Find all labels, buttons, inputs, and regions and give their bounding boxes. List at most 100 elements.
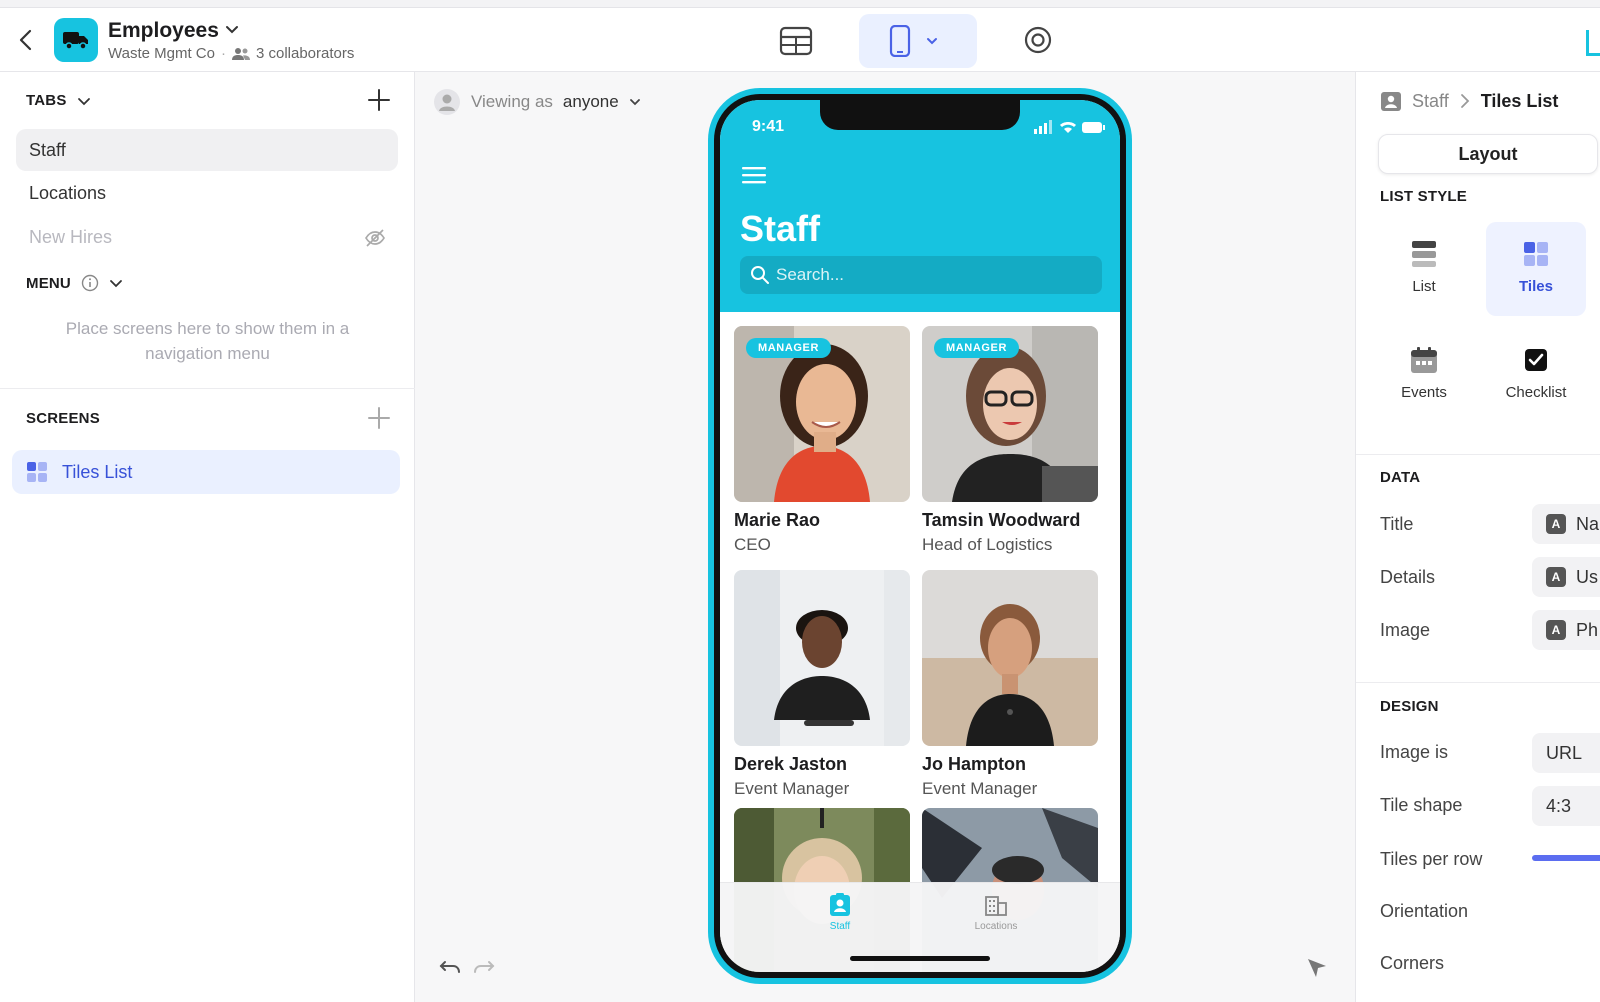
back-button[interactable] (14, 26, 38, 54)
design-tile-shape-label: Tile shape (1380, 795, 1463, 815)
info-icon[interactable] (81, 274, 99, 292)
manager-badge: MANAGER (746, 338, 832, 358)
bottom-tab-locations[interactable]: Locations (946, 893, 1046, 932)
viewing-as-prefix: Viewing as (471, 92, 553, 111)
design-tiles-per-row-label: Tiles per row (1380, 849, 1483, 869)
menu-heading[interactable]: MENU (26, 274, 123, 292)
collaborators-count[interactable]: 3 collaborators (256, 45, 354, 62)
tiles-icon (1524, 242, 1548, 266)
tiles-per-row-slider[interactable] (1532, 855, 1600, 861)
section-divider (0, 388, 415, 389)
publish-button[interactable] (1586, 30, 1600, 56)
building-icon (985, 896, 1007, 916)
add-tab-button[interactable] (367, 88, 391, 112)
design-orientation-label: Orientation (1380, 901, 1469, 921)
staff-tile[interactable]: Jo Hampton Event Manager (922, 570, 1098, 799)
staff-role: Event Manager (922, 779, 1038, 798)
tab-new-hires[interactable]: New Hires (16, 216, 398, 258)
browser-strip (0, 0, 1600, 8)
data-title-label: Title (1380, 514, 1414, 534)
staff-tile[interactable]: MANAGER Marie Rao CEO (734, 326, 910, 555)
staff-tile[interactable]: Derek Jaston Event Manager (734, 570, 910, 799)
tile-shape-select[interactable]: 4:3 (1532, 786, 1600, 826)
data-editor-button[interactable] (778, 24, 814, 58)
redo-icon[interactable] (471, 958, 497, 978)
app-settings-button[interactable] (1022, 24, 1054, 56)
image-is-select[interactable]: URL (1532, 733, 1600, 773)
chevron-left-icon (19, 29, 32, 51)
field-value: Na (1576, 513, 1600, 534)
breadcrumb-parent[interactable]: Staff (1412, 91, 1449, 112)
design-heading: DESIGN (1380, 698, 1439, 715)
data-details-label: Details (1380, 567, 1436, 587)
device-preview-button[interactable] (859, 14, 977, 68)
user-avatar-icon (434, 89, 460, 115)
staff-name: Jo Hampton (922, 754, 1027, 774)
chevron-right-icon (1460, 94, 1469, 108)
staff-role: CEO (734, 535, 771, 554)
text-type-icon: A (1546, 620, 1566, 640)
staff-tile[interactable]: MANAGER Tamsin Woodward Head of Logistic… (922, 326, 1098, 555)
org-name: Waste Mgmt Co (108, 45, 215, 62)
staff-name: Tamsin Woodward (922, 510, 1081, 530)
undo-icon[interactable] (437, 958, 463, 978)
data-title-field[interactable]: A Na (1532, 504, 1600, 544)
screen-tiles-list[interactable]: Tiles List (12, 450, 400, 494)
staff-name: Derek Jaston (734, 754, 848, 774)
viewing-as-value: anyone (562, 92, 619, 111)
tab-label: Staff (29, 139, 66, 160)
cursor-pointer-icon[interactable] (1305, 956, 1329, 980)
data-image-field[interactable]: A Ph (1532, 610, 1600, 650)
chevron-down-icon[interactable] (224, 22, 240, 38)
add-screen-button[interactable] (367, 406, 391, 430)
truck-icon (63, 32, 88, 50)
data-details-field[interactable]: A Us (1532, 557, 1600, 597)
status-time: 9:41 (752, 118, 785, 135)
list-style-events[interactable]: Events (1374, 328, 1474, 422)
app-icon[interactable] (54, 18, 98, 62)
field-value: URL (1546, 742, 1583, 763)
staff-name: Marie Rao (734, 510, 821, 530)
screen-label: Tiles List (62, 461, 133, 482)
viewing-as-selector[interactable]: Viewing as anyone (433, 88, 641, 116)
list-style-tiles[interactable]: Tiles (1486, 222, 1586, 316)
tabs-heading-label: TABS (26, 92, 67, 109)
search-bar[interactable] (740, 256, 1102, 294)
phone-frame: 9:41 Staff MANAGER Marie Rao (708, 88, 1132, 984)
tab-layout[interactable]: Layout (1378, 134, 1598, 174)
manager-badge: MANAGER (934, 338, 1020, 358)
chevron-down-icon (927, 38, 937, 45)
screens-heading-label: SCREENS (26, 410, 100, 427)
staff-role: Event Manager (734, 779, 850, 798)
phone-screen: 9:41 Staff MANAGER Marie Rao (720, 100, 1120, 972)
list-style-heading: LIST STYLE (1380, 188, 1468, 205)
list-style-list[interactable]: List (1374, 222, 1474, 316)
tabs-heading[interactable]: TABS (26, 92, 91, 109)
search-input[interactable] (776, 265, 1076, 285)
app-name[interactable]: Employees (108, 19, 219, 43)
properties-panel: Staff Tiles List Layout LIST STYLE List … (1355, 72, 1600, 1002)
chevron-down-icon[interactable] (77, 94, 91, 108)
status-bar-icons (1034, 120, 1105, 134)
app-root: Employees Waste Mgmt Co · 3 collaborator… (0, 0, 1600, 1002)
phone-notch (820, 100, 1020, 130)
section-divider (1356, 682, 1600, 683)
chevron-down-icon[interactable] (109, 276, 123, 290)
list-style-checklist[interactable]: Checklist (1486, 328, 1586, 422)
home-indicator (850, 956, 990, 961)
hamburger-menu-icon[interactable] (742, 166, 766, 184)
tab-staff[interactable]: Staff (16, 129, 398, 171)
contact-card-icon (830, 893, 850, 916)
bottom-tab-staff[interactable]: Staff (790, 893, 890, 932)
style-label: Tiles (1519, 278, 1553, 295)
staff-photo (922, 570, 1098, 746)
tab-locations[interactable]: Locations (16, 172, 398, 214)
eye-off-icon[interactable] (364, 227, 386, 249)
app-subtitle: Waste Mgmt Co · 3 collaborators (108, 45, 354, 62)
field-value: Us (1576, 566, 1598, 587)
data-image-label: Image (1380, 620, 1431, 640)
staff-photo (734, 570, 910, 746)
text-type-icon: A (1546, 567, 1566, 587)
search-icon (751, 266, 769, 284)
contact-card-icon (1381, 92, 1401, 111)
